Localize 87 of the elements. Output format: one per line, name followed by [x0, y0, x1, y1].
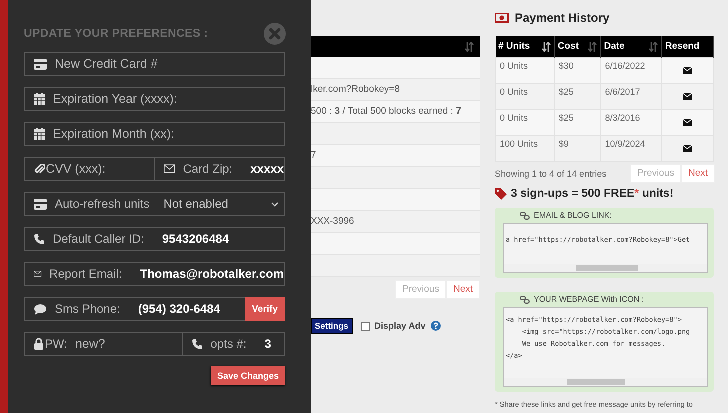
- calendar-icon: [34, 128, 45, 140]
- input-field[interactable]: Card Zip: xxxxx: [155, 157, 285, 181]
- field-value: 9543206484: [162, 232, 230, 246]
- promo-text: 3 sign-ups = 500 FREE* units!: [511, 188, 674, 200]
- envelope-icon: [34, 269, 42, 279]
- chat-bubble-icon: [34, 304, 47, 314]
- table-cell: lker.com?Robokey=8: [311, 84, 400, 95]
- field-label: PW:: [45, 337, 68, 351]
- credit-card-icon: [34, 198, 47, 210]
- caret-icon: [271, 202, 279, 207]
- sort-icon[interactable]: [465, 42, 474, 52]
- phone-icon: [34, 234, 45, 244]
- field-label: Report Email:: [50, 267, 122, 281]
- entries-info: Showing 1 to 4 of 14 entries: [495, 168, 607, 178]
- field-label: Auto-refresh units: [55, 197, 150, 211]
- help-icon[interactable]: [430, 321, 441, 331]
- field-value: Not enabled: [164, 197, 228, 211]
- select-field[interactable]: Auto-refresh units Not enabled: [24, 192, 285, 216]
- sort-icon: [588, 42, 598, 52]
- panel-title: UPDATE YOUR PREFERENCES :: [24, 28, 208, 40]
- table-cell: XXX-3996: [311, 216, 354, 227]
- input-field[interactable]: Expiration Month (xx):: [24, 122, 285, 146]
- field-label: Sms Phone:: [55, 302, 120, 316]
- field-value: (954) 320-6484: [138, 302, 220, 316]
- table-cell: 10/9/2024: [600, 136, 662, 162]
- text-input[interactable]: Expiration Month (xx):: [53, 127, 284, 141]
- input-field[interactable]: opts #: 3: [182, 332, 285, 356]
- input-field[interactable]: Sms Phone: (954) 320-6484 Verify: [24, 297, 285, 321]
- table-cell: 500 : 3 / Total 500 blocks earned : 7: [311, 106, 462, 117]
- envelope-icon[interactable]: [683, 66, 692, 74]
- envelope-icon: [164, 164, 176, 174]
- field-value: xxxxx: [250, 162, 284, 176]
- link-icon: [520, 212, 530, 220]
- input-field[interactable]: CVV (xxx):: [24, 157, 155, 181]
- display-adv-label: Display Adv: [374, 321, 426, 331]
- verify-button[interactable]: Verify: [245, 297, 285, 321]
- field-label: opts #:: [210, 337, 247, 351]
- field-label: Default Caller ID:: [53, 232, 144, 246]
- table-cell: 6/16/2022: [600, 58, 662, 84]
- table-cell: 7: [311, 150, 316, 161]
- text-input[interactable]: Expiration Year (xxxx):: [53, 92, 284, 106]
- column-header[interactable]: Date: [600, 36, 662, 58]
- envelope-icon[interactable]: [683, 118, 692, 126]
- table-cell: 100 Units: [496, 136, 554, 162]
- save-changes-button[interactable]: Save Changes: [211, 366, 285, 385]
- next-button[interactable]: Next: [446, 280, 480, 299]
- next-button[interactable]: Next: [681, 164, 715, 183]
- input-field[interactable]: PW: new?: [24, 332, 183, 356]
- table-cell: 6/6/2017: [600, 84, 662, 110]
- checkbox[interactable]: [360, 322, 370, 330]
- field-value: Thomas@robotalker.com: [140, 267, 284, 281]
- paperclip-icon: [34, 164, 45, 174]
- settings-button[interactable]: Settings: [311, 318, 353, 334]
- table-cell: 0 Units: [496, 84, 554, 110]
- panel-title: EMAIL & BLOG LINK:: [534, 211, 612, 220]
- input-field[interactable]: Expiration Year (xxxx):: [24, 87, 285, 111]
- sort-icon: [649, 42, 658, 52]
- column-header[interactable]: Cost: [554, 36, 601, 58]
- table-cell: 0 Units: [496, 110, 554, 136]
- money-icon: [495, 12, 509, 22]
- table-cell: $30: [554, 58, 601, 84]
- input-field[interactable]: Default Caller ID: 9543206484: [24, 227, 285, 251]
- sort-icon: [542, 42, 551, 52]
- section-title: Payment History: [515, 10, 610, 24]
- table-cell: $9: [554, 136, 601, 162]
- phone-icon: [192, 338, 203, 350]
- credit-card-icon: [34, 58, 47, 70]
- panel-title: YOUR WEBPAGE With ICON :: [534, 295, 644, 304]
- input-field[interactable]: New Credit Card #: [24, 52, 285, 76]
- field-label: Card Zip:: [183, 162, 233, 176]
- column-header[interactable]: Resend: [662, 36, 714, 58]
- table-cell: 0 Units: [496, 58, 554, 84]
- column-header[interactable]: # Units: [496, 36, 554, 58]
- table-cell: $25: [554, 110, 601, 136]
- tag-icon: [495, 188, 507, 200]
- text-input[interactable]: new?: [75, 337, 182, 351]
- envelope-icon[interactable]: [683, 144, 692, 152]
- calendar-icon: [34, 93, 45, 105]
- link-icon: [520, 296, 530, 304]
- field-value: 3: [264, 337, 272, 351]
- text-input[interactable]: New Credit Card #: [55, 57, 284, 71]
- input-field[interactable]: Report Email: Thomas@robotalker.com: [24, 262, 285, 286]
- envelope-icon[interactable]: [683, 92, 692, 100]
- table-cell: $25: [554, 84, 601, 110]
- table-cell: 8/3/2016: [600, 110, 662, 136]
- lock-icon: [34, 338, 44, 350]
- text-input[interactable]: CVV (xxx):: [46, 162, 154, 176]
